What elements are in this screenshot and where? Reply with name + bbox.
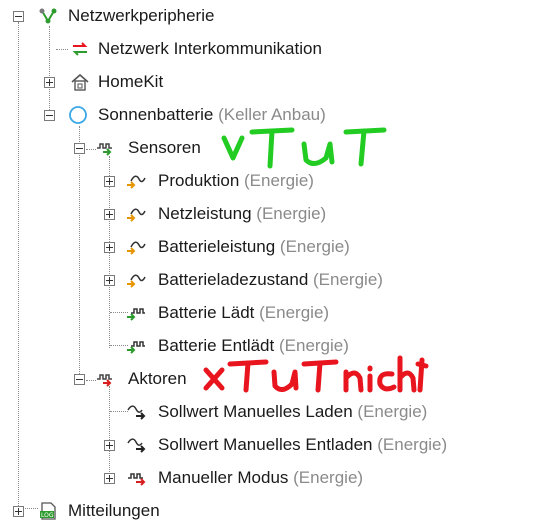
actuator-category: (Energie)	[377, 435, 448, 454]
expand-toggle[interactable]	[104, 209, 115, 220]
tree-item-sollwert-laden[interactable]: Sollwert Manuelles Laden (Energie)	[0, 396, 535, 429]
actuator-name: Manueller Modus	[158, 468, 289, 487]
network-node-icon	[38, 6, 58, 26]
expand-toggle[interactable]	[13, 506, 24, 517]
actuator-category: (Energie)	[357, 402, 428, 421]
tree-item-label: Netzleistung (Energie)	[158, 204, 326, 224]
circle-device-icon	[68, 105, 88, 125]
analog-actuator-icon	[126, 402, 146, 422]
home-icon	[70, 72, 90, 92]
tree-item-batterie-laedt[interactable]: Batterie Lädt (Energie)	[0, 297, 535, 330]
analog-sensor-icon	[126, 204, 146, 224]
tree-item-netzleistung[interactable]: Netzleistung (Energie)	[0, 198, 535, 231]
log-icon: LOG	[38, 501, 58, 521]
tree-item-label: Produktion (Energie)	[158, 171, 314, 191]
tree-item-label: Batterie Entlädt (Energie)	[158, 336, 349, 356]
expand-toggle[interactable]	[104, 275, 115, 286]
tree-item-label: Manueller Modus (Energie)	[158, 468, 363, 488]
collapse-toggle[interactable]	[44, 110, 55, 121]
analog-sensor-icon	[126, 171, 146, 191]
tree-item-label: Sensoren	[128, 138, 201, 157]
tree-item-netzwerk-interkommunikation[interactable]: Netzwerk Interkommunikation	[0, 33, 535, 66]
analog-sensor-icon	[126, 237, 146, 257]
device-tree: Netzwerkperipherie Netzwerk Interkommuni…	[0, 0, 535, 523]
device-name: Sonnenbatterie	[98, 105, 214, 124]
tree-item-manueller-modus[interactable]: Manueller Modus (Energie)	[0, 462, 535, 495]
tree-item-batterie-entlaedt[interactable]: Batterie Entlädt (Energie)	[0, 330, 535, 363]
analog-sensor-icon	[126, 270, 146, 290]
actuator-name: Sollwert Manuelles Entladen	[158, 435, 373, 454]
tree-item-label: Aktoren	[128, 369, 187, 388]
sensor-name: Produktion	[158, 171, 240, 190]
tree-item-label: Sollwert Manuelles Laden (Energie)	[158, 402, 427, 422]
sensor-name: Netzleistung	[158, 204, 252, 223]
sensor-category: (Energie)	[313, 270, 383, 289]
sensor-name: Batterieladezustand	[158, 270, 309, 289]
tree-item-sollwert-entladen[interactable]: Sollwert Manuelles Entladen (Energie)	[0, 429, 535, 462]
sensor-category: (Energie)	[279, 237, 350, 256]
device-location: (Keller Anbau)	[218, 105, 326, 124]
tree-item-label: Mitteilungen	[68, 501, 160, 520]
sensor-category: (Energie)	[259, 303, 330, 322]
expand-toggle[interactable]	[44, 77, 55, 88]
tree-item-label: Netzwerk Interkommunikation	[98, 39, 322, 58]
tree-item-label: Sonnenbatterie (Keller Anbau)	[98, 105, 326, 125]
actuator-folder-icon	[96, 369, 116, 389]
swap-arrows-icon	[70, 39, 90, 59]
tree-item-netzwerkperipherie[interactable]: Netzwerkperipherie	[0, 0, 535, 33]
tree-item-label: Netzwerkperipherie	[68, 6, 215, 25]
sensor-category: (Energie)	[278, 336, 349, 355]
sensor-category: (Energie)	[244, 171, 314, 190]
tree-item-batterieladezustand[interactable]: Batterieladezustand (Energie)	[0, 264, 535, 297]
sensor-name: Batterie Lädt	[158, 303, 255, 322]
tree-item-homekit[interactable]: HomeKit	[0, 66, 535, 99]
collapse-toggle[interactable]	[74, 374, 85, 385]
tree-item-label: Batterie Lädt (Energie)	[158, 303, 329, 323]
expand-toggle[interactable]	[104, 440, 115, 451]
collapse-toggle[interactable]	[74, 143, 85, 154]
tree-item-label: Batterieladezustand (Energie)	[158, 270, 383, 290]
analog-actuator-icon	[126, 435, 146, 455]
digital-actuator-icon	[126, 468, 146, 488]
expand-toggle[interactable]	[104, 176, 115, 187]
expand-toggle[interactable]	[104, 242, 115, 253]
collapse-toggle[interactable]	[13, 11, 24, 22]
tree-item-batterieleistung[interactable]: Batterieleistung (Energie)	[0, 231, 535, 264]
sensor-category: (Energie)	[256, 204, 327, 223]
tree-item-sonnenbatterie[interactable]: Sonnenbatterie (Keller Anbau)	[0, 99, 535, 132]
tree-item-label: HomeKit	[98, 72, 164, 91]
tree-item-label: Sollwert Manuelles Entladen (Energie)	[158, 435, 447, 455]
tree-item-label: Batterieleistung (Energie)	[158, 237, 350, 257]
tree-item-produktion[interactable]: Produktion (Energie)	[0, 165, 535, 198]
tree-item-aktoren[interactable]: Aktoren	[0, 363, 535, 396]
tree-item-sensoren[interactable]: Sensoren	[0, 132, 535, 165]
svg-text:LOG: LOG	[41, 512, 54, 519]
expand-toggle[interactable]	[104, 473, 115, 484]
actuator-name: Sollwert Manuelles Laden	[158, 402, 353, 421]
digital-sensor-icon	[126, 336, 146, 356]
tree-item-mitteilungen[interactable]: LOG Mitteilungen	[0, 495, 535, 528]
actuator-category: (Energie)	[293, 468, 364, 487]
sensor-name: Batterie Entlädt	[158, 336, 275, 355]
digital-sensor-icon	[126, 303, 146, 323]
sensor-name: Batterieleistung	[158, 237, 276, 256]
sensor-folder-icon	[96, 138, 116, 158]
